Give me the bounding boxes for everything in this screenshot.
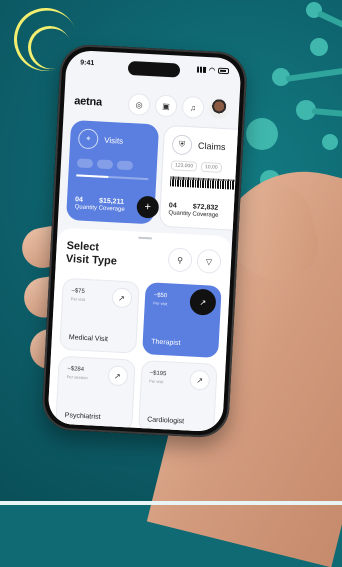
claims-chip: 10,00 bbox=[200, 161, 222, 173]
tile-price: ~$75 bbox=[71, 288, 85, 295]
tile-note: Per visit bbox=[149, 378, 164, 385]
visits-card[interactable]: ⌖ Visits 04 Quantity $15,211 Coverage + bbox=[65, 119, 160, 225]
visit-type-tile-selected[interactable]: ~$50 Per visit ↗ Therapist bbox=[141, 282, 222, 359]
claims-coverage-label: Coverage bbox=[192, 211, 219, 220]
visits-card-title: Visits bbox=[104, 135, 124, 146]
tile-price: ~$195 bbox=[149, 370, 167, 378]
app-header: aetna ◎ ▣ ♫ bbox=[74, 90, 230, 120]
tile-price: ~$284 bbox=[67, 366, 85, 374]
sheet-handle[interactable] bbox=[137, 236, 152, 240]
tile-note: Per session bbox=[66, 374, 88, 381]
decor-dot bbox=[310, 38, 328, 56]
calendar-icon[interactable]: ▣ bbox=[154, 94, 178, 118]
tile-note: Per visit bbox=[70, 296, 86, 302]
phone-screen: 9:41 ◠ aetna ◎ ▣ ♫ ⌖ Visits 04 Quantity … bbox=[47, 49, 242, 433]
tile-label: Therapist bbox=[151, 338, 181, 348]
arrow-up-right-icon[interactable]: ↗ bbox=[189, 369, 211, 391]
battery-icon bbox=[217, 67, 230, 75]
summary-cards: ⌖ Visits 04 Quantity $15,211 Coverage + … bbox=[65, 119, 242, 233]
visit-type-grid: ~$75 Per visit ↗ Medical Visit ~$50 Per … bbox=[55, 277, 222, 433]
bell-icon[interactable]: ♫ bbox=[181, 95, 205, 119]
visits-mini-chip bbox=[116, 160, 134, 171]
tile-price: ~$50 bbox=[153, 292, 168, 300]
avatar[interactable] bbox=[208, 98, 230, 120]
visits-mini-chip bbox=[76, 158, 94, 169]
tile-label: Medical Visit bbox=[68, 334, 109, 344]
status-time: 9:41 bbox=[80, 59, 95, 68]
claims-barcode bbox=[169, 176, 242, 191]
tile-label: Cardiologist bbox=[146, 416, 185, 426]
claims-chip: 123,000 bbox=[170, 160, 198, 172]
visit-type-sheet: Select Visit Type ⚲ ▽ ~$75 Per visit ↗ M… bbox=[47, 227, 233, 433]
add-visit-button[interactable]: + bbox=[136, 195, 160, 219]
arrow-up-right-icon[interactable]: ↗ bbox=[110, 287, 133, 309]
location-pin-icon: ⌖ bbox=[77, 128, 99, 150]
visit-type-tile[interactable]: ~$75 Per visit ↗ Medical Visit bbox=[59, 277, 140, 354]
filter-icon[interactable]: ▽ bbox=[196, 248, 222, 275]
visit-type-tile[interactable]: ~$284 Per session ↗ Psychiatrist bbox=[55, 355, 136, 432]
visit-type-tile[interactable]: ~$195 Per visit ↗ Cardiologist bbox=[137, 359, 218, 433]
tile-label: Psychiatrist bbox=[64, 412, 101, 421]
chat-icon[interactable]: ◎ bbox=[127, 92, 151, 117]
signal-icon bbox=[196, 66, 207, 73]
visits-quantity-label: Quantity bbox=[74, 204, 98, 212]
bottom-border bbox=[0, 501, 342, 505]
arrow-up-right-icon[interactable]: ↗ bbox=[106, 365, 128, 387]
wifi-icon: ◠ bbox=[208, 67, 216, 75]
arrow-up-right-icon[interactable]: ↗ bbox=[189, 288, 217, 316]
decor-dot bbox=[246, 118, 278, 150]
phone-frame: 9:41 ◠ aetna ◎ ▣ ♫ ⌖ Visits 04 Quantity … bbox=[41, 43, 248, 439]
visits-progress bbox=[76, 174, 149, 181]
search-icon[interactable]: ⚲ bbox=[167, 247, 193, 273]
visits-coverage-label: Coverage bbox=[98, 205, 125, 214]
shield-icon: ⛨ bbox=[171, 134, 193, 156]
decor-dot bbox=[322, 134, 338, 150]
claims-card[interactable]: ⛨ Claims 123,000 10,00 04 Quantity $72,8… bbox=[158, 124, 242, 233]
tile-note: Per visit bbox=[153, 300, 168, 307]
visits-mini-chip bbox=[96, 159, 114, 170]
claims-quantity-label: Quantity bbox=[168, 210, 191, 218]
section-title: Select Visit Type bbox=[65, 239, 118, 268]
app-logo: aetna bbox=[73, 95, 103, 109]
claims-card-title: Claims bbox=[197, 140, 226, 153]
